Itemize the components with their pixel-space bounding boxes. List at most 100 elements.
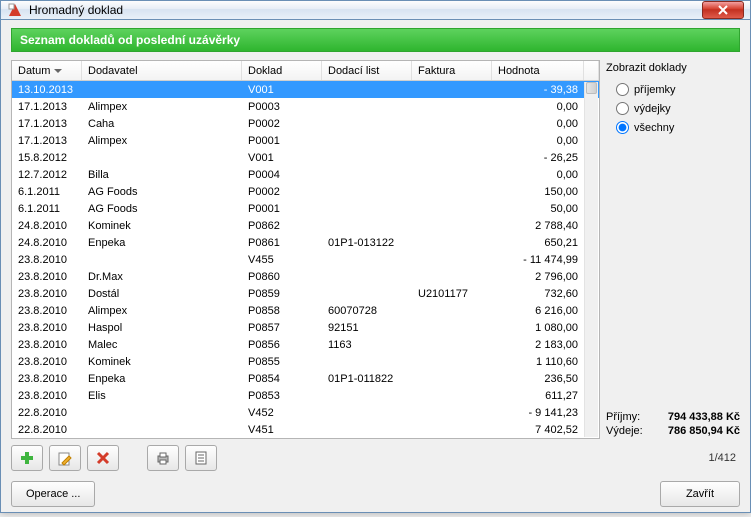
cell-datum: 23.8.2010 [12, 304, 82, 318]
col-doklad[interactable]: Doklad [242, 61, 322, 80]
table-row[interactable]: 12.7.2012BillaP00040,00 [12, 166, 599, 183]
table-row[interactable]: 23.8.2010ElisP0853611,27 [12, 387, 599, 404]
document-table: Datum Dodavatel Doklad Dodací list Faktu… [11, 60, 600, 439]
cell-datum: 24.8.2010 [12, 236, 82, 250]
list-button[interactable] [185, 445, 217, 471]
cell-hodnota: 650,21 [492, 236, 584, 250]
cell-hodnota: 6 216,00 [492, 304, 584, 318]
toolbar: 1/412 [11, 445, 740, 471]
table-body[interactable]: 13.10.2013V001- 39,3817.1.2013AlimpexP00… [12, 81, 599, 438]
table-row[interactable]: 13.10.2013V001- 39,38 [12, 81, 599, 98]
dialog-window: Hromadný doklad Seznam dokladů od posled… [0, 0, 751, 513]
cell-dodavatel [82, 412, 242, 414]
radio-prijemky-input[interactable] [616, 83, 629, 96]
cell-dodavatel [82, 429, 242, 431]
table-row[interactable]: 23.8.2010DostálP0859U2101177732,60 [12, 285, 599, 302]
radio-vydejky[interactable]: výdejky [616, 102, 740, 115]
zavrit-button[interactable]: Zavřít [660, 481, 740, 507]
cell-datum: 23.8.2010 [12, 321, 82, 335]
print-button[interactable] [147, 445, 179, 471]
cell-datum: 17.1.2013 [12, 117, 82, 131]
totals-vydeje-value: 786 850,94 Kč [668, 425, 740, 437]
radio-vsechny-input[interactable] [616, 121, 629, 134]
cell-hodnota: 2 796,00 [492, 270, 584, 284]
col-datum[interactable]: Datum [12, 61, 82, 80]
table-row[interactable]: 23.8.2010Dr.MaxP0860 2 796,00 [12, 268, 599, 285]
totals-vydeje: Výdeje: 786 850,94 Kč [606, 425, 740, 437]
cell-dodaci [322, 191, 412, 193]
table-row[interactable]: 17.1.2013AlimpexP00010,00 [12, 132, 599, 149]
cell-doklad: P0860 [242, 270, 322, 284]
cell-doklad: P0001 [242, 134, 322, 148]
table-row[interactable]: 24.8.2010KominekP08622 788,40 [12, 217, 599, 234]
cell-faktura [412, 429, 492, 431]
table-row[interactable]: 6.1.2011AG FoodsP000150,00 [12, 200, 599, 217]
cell-datum: 24.8.2010 [12, 219, 82, 233]
cell-doklad: V451 [242, 423, 322, 437]
delete-icon [95, 450, 111, 466]
totals-prijmy: Příjmy: 794 433,88 Kč [606, 411, 740, 423]
radio-vydejky-input[interactable] [616, 102, 629, 115]
list-icon [193, 450, 209, 466]
cell-hodnota: 732,60 [492, 287, 584, 301]
table-row[interactable]: 6.1.2011AG FoodsP0002150,00 [12, 183, 599, 200]
totals-prijmy-value: 794 433,88 Kč [668, 411, 740, 423]
cell-hodnota: 0,00 [492, 117, 584, 131]
cell-datum: 6.1.2011 [12, 185, 82, 199]
col-dodaci[interactable]: Dodací list [322, 61, 412, 80]
add-button[interactable] [11, 445, 43, 471]
close-button[interactable] [702, 1, 744, 19]
scrollbar[interactable] [584, 82, 598, 437]
totals: Příjmy: 794 433,88 Kč Výdeje: 786 850,94… [606, 409, 740, 439]
table-row[interactable]: 22.8.2010V4517 402,52 [12, 421, 599, 438]
col-faktura[interactable]: Faktura [412, 61, 492, 80]
cell-datum: 23.8.2010 [12, 253, 82, 267]
table-row[interactable]: 15.8.2012V001- 26,25 [12, 149, 599, 166]
pager: 1/412 [708, 452, 736, 464]
window-title: Hromadný doklad [29, 3, 702, 17]
cell-doklad: P0861 [242, 236, 322, 250]
table-row[interactable]: 24.8.2010EnpekaP086101P1-013122650,21 [12, 234, 599, 251]
radio-vsechny-label: všechny [634, 122, 674, 134]
table-row[interactable]: 22.8.2010V452- 9 141,23 [12, 404, 599, 421]
cell-hodnota: 50,00 [492, 202, 584, 216]
table-row[interactable]: 23.8.2010EnpekaP085401P1-011822236,50 [12, 370, 599, 387]
table-row[interactable]: 17.1.2013CahaP00020,00 [12, 115, 599, 132]
table-row[interactable]: 23.8.2010V455- 11 474,99 [12, 251, 599, 268]
col-dodavatel[interactable]: Dodavatel [82, 61, 242, 80]
cell-dodavatel: AG Foods [82, 202, 242, 216]
radio-prijemky[interactable]: příjemky [616, 83, 740, 96]
cell-dodaci: 1163 [322, 338, 412, 352]
cell-hodnota: - 11 474,99 [492, 253, 584, 267]
cell-faktura [412, 361, 492, 363]
cell-faktura [412, 259, 492, 261]
cell-datum: 23.8.2010 [12, 270, 82, 284]
cell-doklad: P0002 [242, 117, 322, 131]
table-row[interactable]: 23.8.2010AlimpexP0858600707286 216,00 [12, 302, 599, 319]
table-header: Datum Dodavatel Doklad Dodací list Faktu… [12, 61, 599, 81]
cell-doklad: P0854 [242, 372, 322, 386]
cell-dodaci [322, 140, 412, 142]
cell-datum: 17.1.2013 [12, 100, 82, 114]
cell-dodaci: 92151 [322, 321, 412, 335]
col-hodnota[interactable]: Hodnota [492, 61, 584, 80]
table-row[interactable]: 23.8.2010KominekP08551 110,60 [12, 353, 599, 370]
totals-prijmy-label: Příjmy: [606, 411, 640, 423]
cell-faktura [412, 310, 492, 312]
scrollbar-thumb[interactable] [586, 82, 597, 94]
cell-doklad: P0004 [242, 168, 322, 182]
cell-dodavatel: Dr.Max [82, 270, 242, 284]
banner: Seznam dokladů od poslední uzávěrky [11, 28, 740, 52]
cell-dodaci [322, 276, 412, 278]
cell-doklad: P0858 [242, 304, 322, 318]
cell-faktura [412, 174, 492, 176]
edit-button[interactable] [49, 445, 81, 471]
delete-button[interactable] [87, 445, 119, 471]
radio-vsechny[interactable]: všechny [616, 121, 740, 134]
table-row[interactable]: 17.1.2013AlimpexP00030,00 [12, 98, 599, 115]
col-gutter [584, 61, 599, 80]
table-row[interactable]: 23.8.2010MalecP085611632 183,00 [12, 336, 599, 353]
table-row[interactable]: 23.8.2010HaspolP0857921511 080,00 [12, 319, 599, 336]
operace-button[interactable]: Operace ... [11, 481, 95, 507]
cell-dodaci: 01P1-011822 [322, 372, 412, 386]
